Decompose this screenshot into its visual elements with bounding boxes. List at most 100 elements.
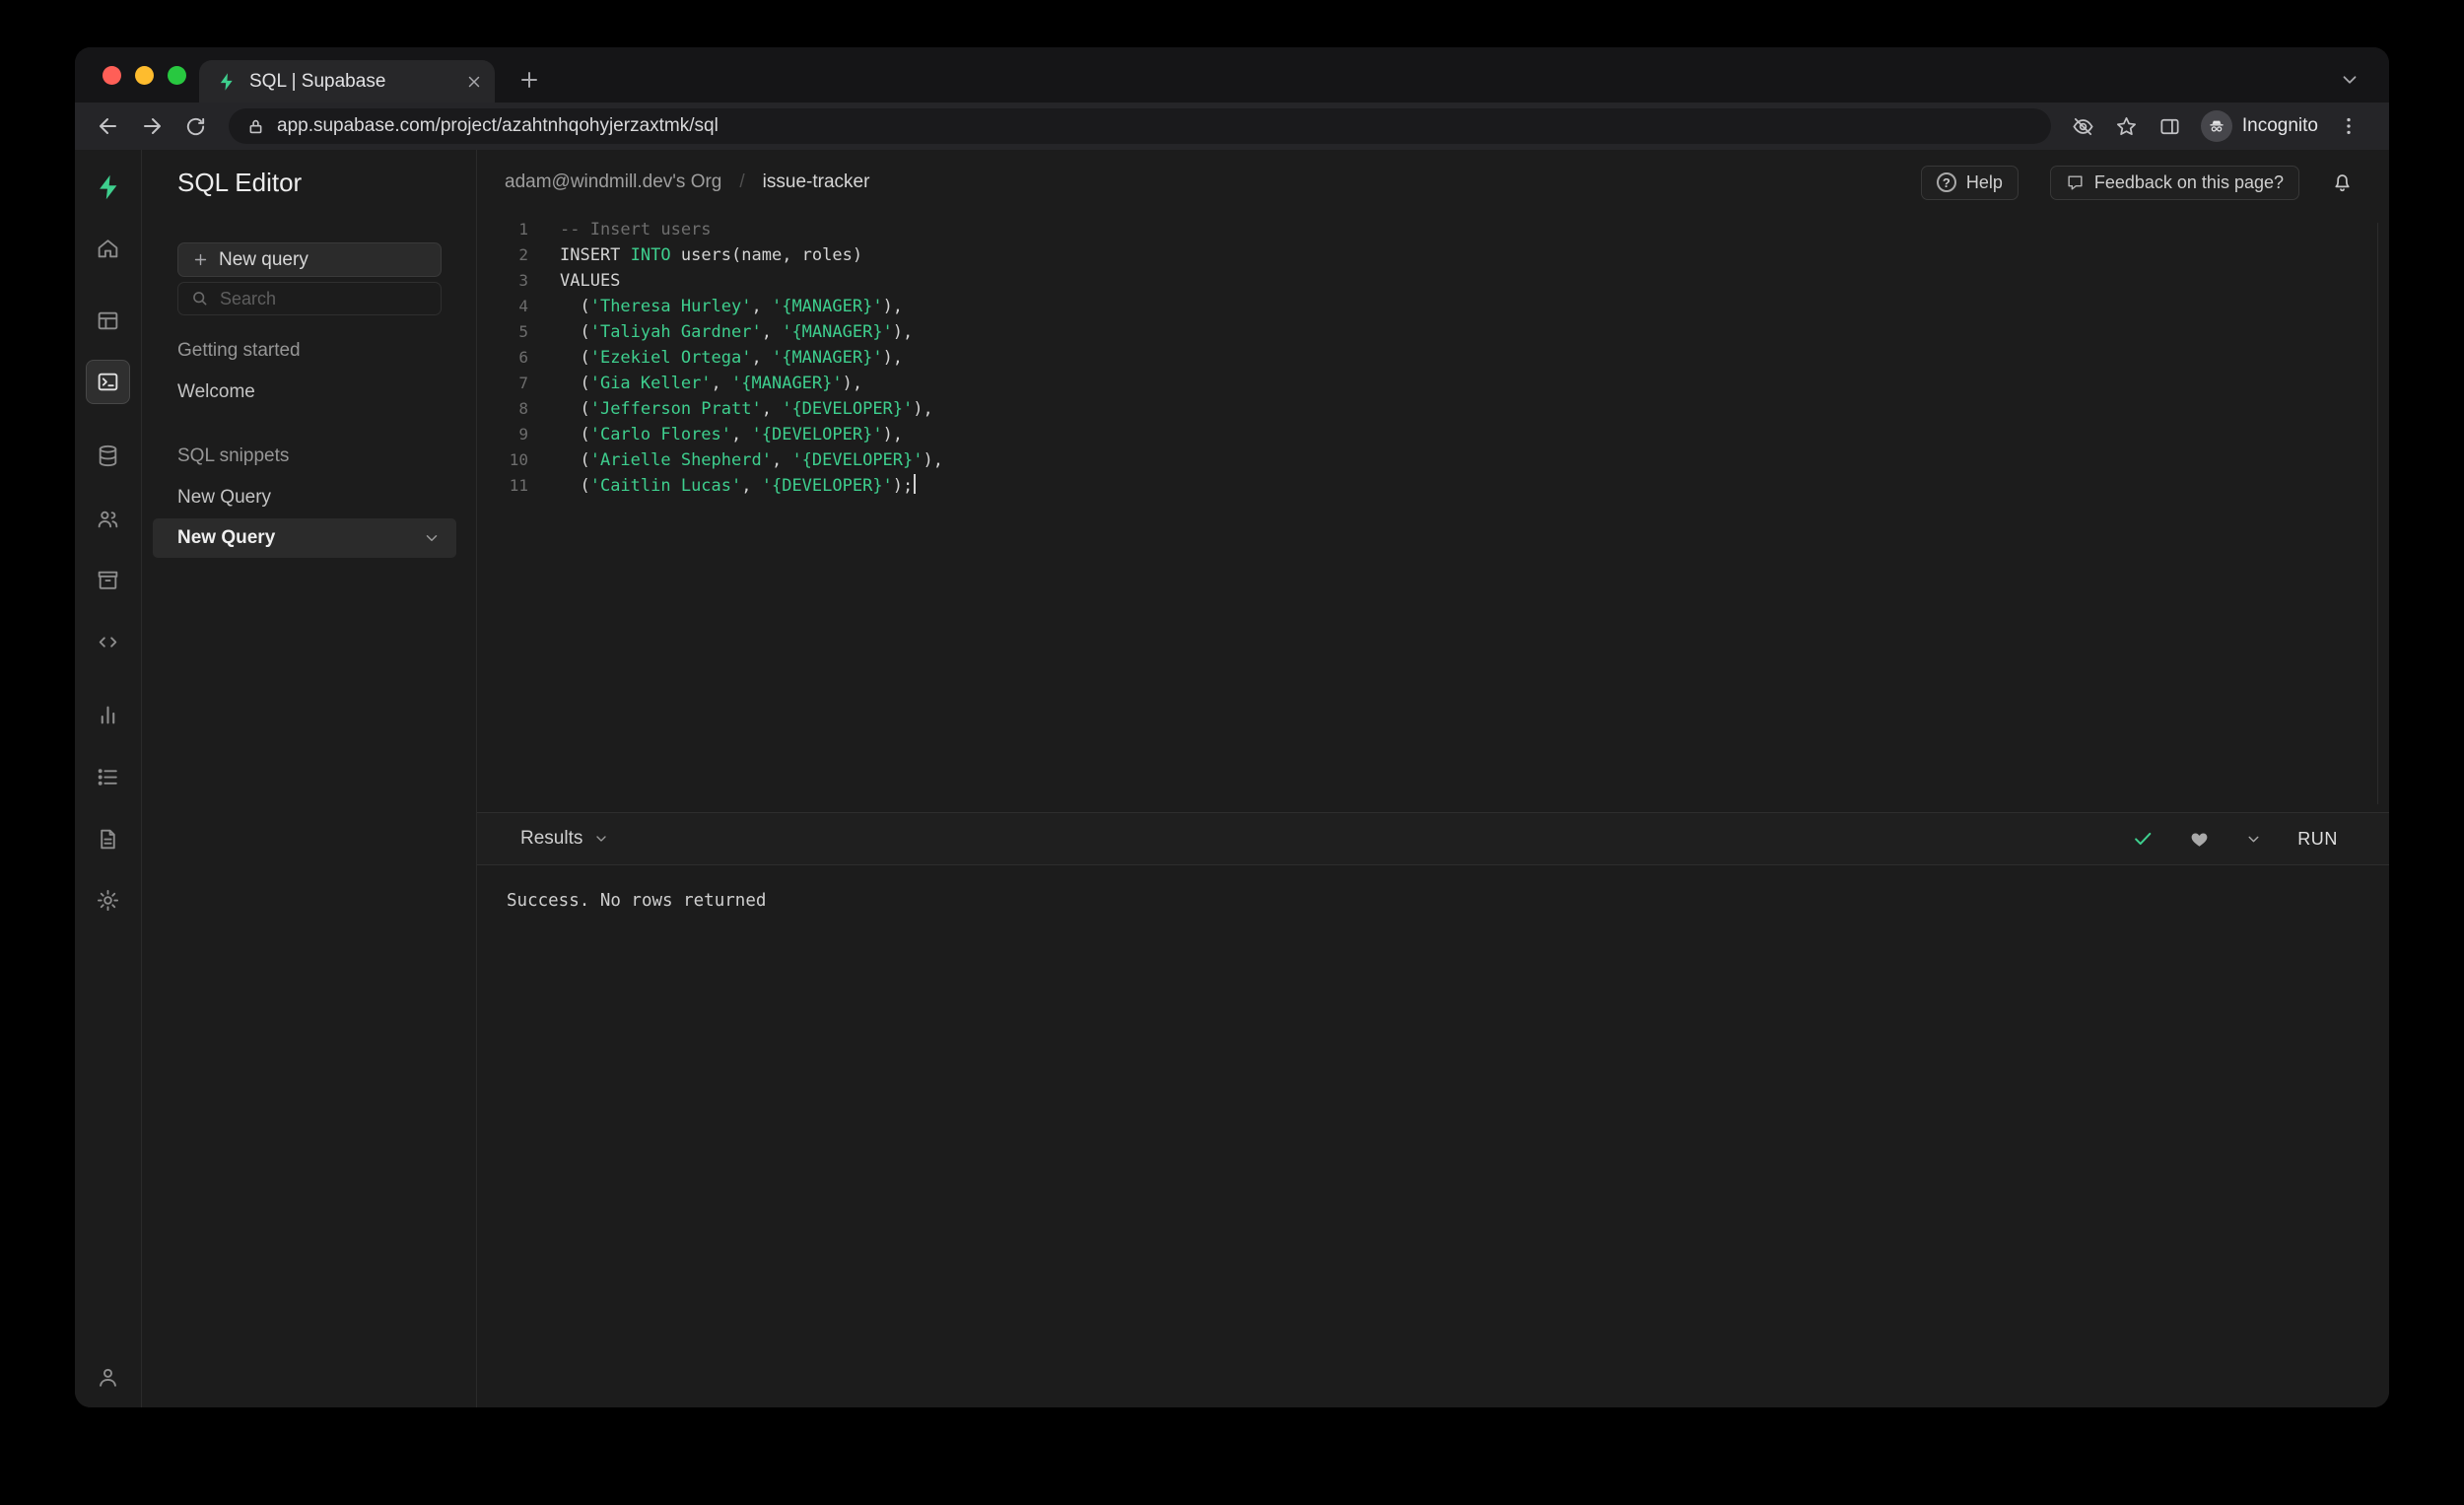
zoom-window-button[interactable] (168, 66, 186, 85)
account-icon[interactable] (96, 1364, 121, 1390)
supabase-logo[interactable] (94, 172, 123, 202)
address-bar[interactable]: app.supabase.com/project/azahtnhqohyjerz… (229, 108, 2051, 144)
section-getting-started: Getting started (177, 340, 301, 361)
incognito-label: Incognito (2241, 115, 2318, 136)
sql-editor-main: adam@windmill.dev's Org / issue-tracker … (477, 150, 2389, 1407)
sidebar-item-new-query[interactable]: New Query (177, 487, 441, 508)
functions-code-icon[interactable] (96, 629, 121, 654)
back-button[interactable] (87, 104, 130, 148)
supabase-app: SQL Editor New query Getting started Wel… (75, 150, 2389, 1407)
side-panel-icon[interactable] (2150, 104, 2191, 148)
search-input[interactable] (177, 282, 442, 315)
sidebar-search (177, 282, 442, 315)
browser-menu-icon[interactable] (2328, 104, 2369, 148)
line-number: 3 (518, 271, 528, 290)
main-header: adam@windmill.dev's Org / issue-tracker … (477, 150, 2389, 215)
help-button[interactable]: ? Help (1920, 165, 2019, 200)
line-number: 11 (509, 476, 528, 495)
success-check-icon (2132, 828, 2154, 850)
browser-window: SQL | Supabase app.supabase.com/project/… (75, 47, 2389, 1407)
line-number: 5 (518, 322, 528, 341)
minimize-window-button[interactable] (135, 66, 154, 85)
breadcrumb-project[interactable]: issue-tracker (763, 171, 870, 193)
code-line[interactable]: VALUES (560, 268, 2389, 294)
search-icon (190, 289, 209, 308)
empty-area (477, 911, 2389, 1407)
line-number: 4 (518, 297, 528, 315)
speech-bubble-icon (2066, 173, 2085, 192)
results-actions: RUN (2132, 828, 2338, 850)
code-line[interactable]: ('Jefferson Pratt', '{DEVELOPER}'), (560, 396, 2389, 422)
settings-gear-icon[interactable] (96, 887, 121, 913)
browser-tab[interactable]: SQL | Supabase (199, 60, 495, 103)
code-line[interactable]: -- Insert users (560, 217, 2389, 242)
lock-icon[interactable] (246, 117, 265, 136)
sidebar-title: SQL Editor (177, 168, 303, 197)
reports-chart-icon[interactable] (96, 702, 121, 727)
tab-search-chevron-icon[interactable] (2336, 66, 2363, 94)
results-dropdown[interactable]: Results (520, 828, 609, 850)
editor-scrollbar[interactable] (2377, 223, 2378, 804)
close-window-button[interactable] (103, 66, 121, 85)
home-icon[interactable] (96, 236, 121, 261)
database-icon[interactable] (96, 443, 121, 468)
code-line[interactable]: ('Gia Keller', '{MANAGER}'), (560, 371, 2389, 396)
code-line[interactable]: INSERT INTO users(name, roles) (560, 242, 2389, 268)
tab-strip: SQL | Supabase (75, 47, 2389, 103)
breadcrumb-separator: / (739, 171, 745, 192)
editor-gutter: 1 2 3 4 5 6 7 8 9 10 11 (477, 217, 528, 499)
run-options-chevron-icon[interactable] (2245, 831, 2262, 848)
line-number: 2 (518, 245, 528, 264)
nav-rail (75, 150, 142, 1407)
tab-title: SQL | Supabase (249, 70, 386, 92)
feedback-button[interactable]: Feedback on this page? (2049, 165, 2299, 200)
new-tab-button[interactable] (511, 61, 548, 99)
favorite-heart-icon[interactable] (2189, 829, 2210, 850)
results-message: Success. No rows returned (507, 891, 767, 911)
browser-toolbar: app.supabase.com/project/azahtnhqohyjerz… (75, 103, 2389, 150)
new-query-button[interactable]: New query (177, 242, 442, 277)
reload-button[interactable] (173, 104, 217, 148)
new-query-label: New query (219, 248, 308, 270)
editor-caret (914, 474, 917, 494)
header-actions: ? Help Feedback on this page? (1920, 165, 2354, 200)
sidebar-item-welcome[interactable]: Welcome (177, 381, 441, 402)
help-icon: ? (1936, 172, 1956, 192)
forward-button[interactable] (130, 104, 173, 148)
table-editor-icon[interactable] (96, 308, 121, 333)
results-chevron-icon (593, 831, 609, 847)
line-number: 1 (518, 220, 528, 239)
code-line[interactable]: ('Arielle Shepherd', '{DEVELOPER}'), (560, 447, 2389, 473)
code-line[interactable]: ('Theresa Hurley', '{MANAGER}'), (560, 294, 2389, 319)
help-label: Help (1965, 171, 2003, 192)
editor-code[interactable]: -- Insert users INSERT INTO users(name, r… (560, 217, 2389, 499)
breadcrumb-org[interactable]: adam@windmill.dev's Org (505, 171, 721, 193)
eye-off-icon[interactable] (2063, 104, 2104, 148)
notifications-bell-icon[interactable] (2331, 171, 2354, 194)
line-number: 9 (518, 425, 528, 444)
logs-list-icon[interactable] (96, 764, 121, 789)
code-line[interactable]: ('Ezekiel Ortega', '{MANAGER}'), (560, 345, 2389, 371)
sql-editor-icon[interactable] (96, 369, 121, 394)
code-line[interactable]: ('Carlo Flores', '{DEVELOPER}'), (560, 422, 2389, 447)
code-line[interactable]: ('Caitlin Lucas', '{DEVELOPER}'); (560, 473, 2389, 499)
bookmark-star-icon[interactable] (2106, 104, 2148, 148)
feedback-label: Feedback on this page? (2093, 171, 2284, 192)
tab-close-icon[interactable] (465, 73, 483, 91)
line-number: 10 (509, 450, 528, 469)
storage-icon[interactable] (96, 567, 121, 592)
code-line[interactable]: ('Taliyah Gardner', '{MANAGER}'), (560, 319, 2389, 345)
window-controls (103, 66, 186, 85)
line-number: 7 (518, 374, 528, 392)
section-sql-snippets: SQL snippets (177, 445, 290, 466)
incognito-icon (2200, 110, 2232, 142)
sidebar-item-new-query-selected[interactable]: New Query (153, 518, 456, 558)
chevron-down-icon[interactable] (423, 529, 441, 547)
tab-favicon-supabase (217, 72, 237, 92)
auth-users-icon[interactable] (96, 506, 121, 531)
docs-file-icon[interactable] (96, 826, 121, 852)
toolbar-right: Incognito (2063, 104, 2369, 148)
run-button[interactable]: RUN (2297, 829, 2338, 850)
plus-icon (192, 251, 209, 268)
sql-code-editor[interactable]: 1 2 3 4 5 6 7 8 9 10 11 -- Insert users INSERT INTO… (477, 215, 2389, 812)
